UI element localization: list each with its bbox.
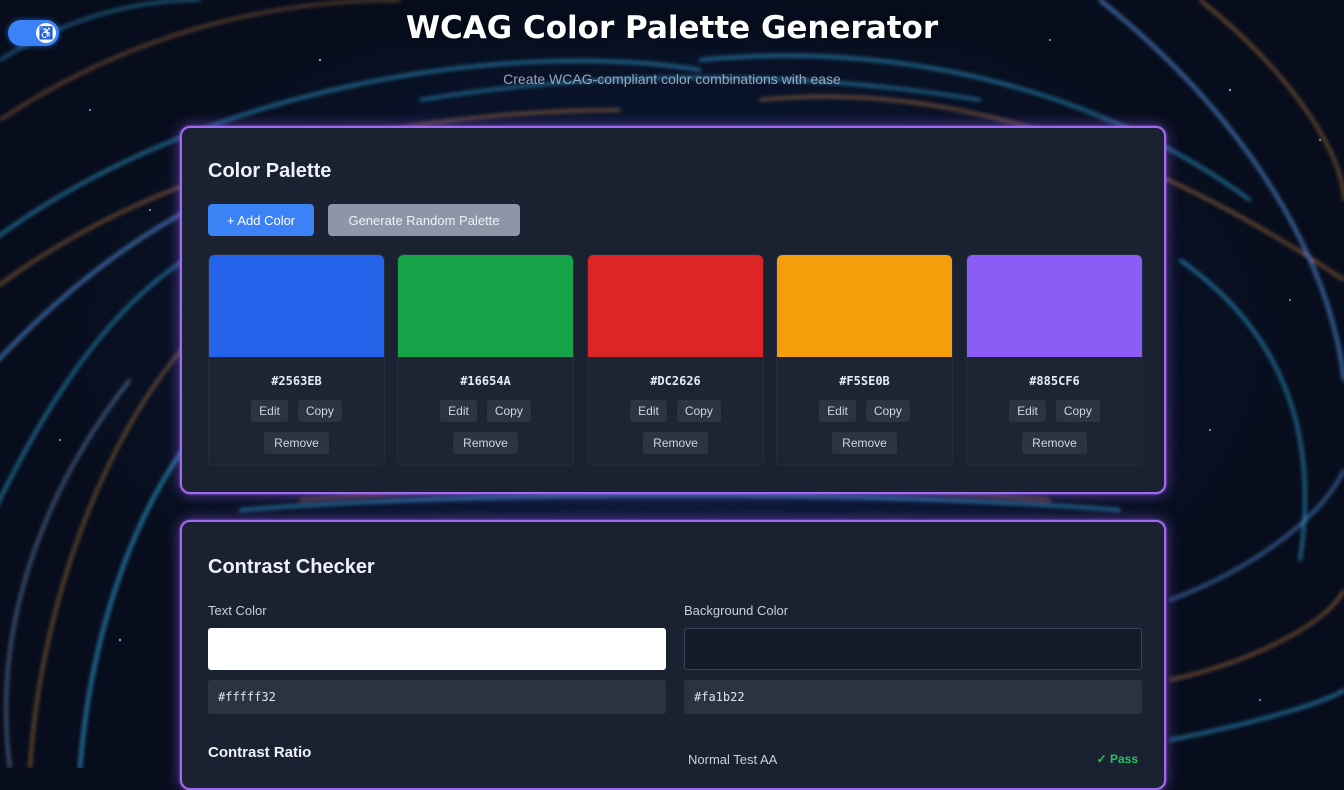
remove-color-button[interactable]: Remove: [1022, 432, 1087, 454]
color-hex-label: #DC2626: [650, 374, 701, 388]
color-swatch[interactable]: [588, 255, 763, 357]
color-swatch-card: #F5SE0B Edit Copy Remove: [776, 254, 953, 466]
page-title: WCAG Color Palette Generator: [405, 10, 939, 46]
edit-color-button[interactable]: Edit: [819, 400, 856, 422]
color-swatch[interactable]: [398, 255, 573, 357]
color-swatch-card: #2563EB Edit Copy Remove: [208, 254, 385, 466]
color-hex-label: #885CF6: [1029, 374, 1080, 388]
color-hex-label: #16654A: [460, 374, 511, 388]
background-hex-input[interactable]: [684, 680, 1142, 714]
contrast-ratio-label: Contrast Ratio: [208, 744, 312, 761]
copy-color-button[interactable]: Copy: [297, 400, 342, 422]
generate-random-palette-button[interactable]: Generate Random Palette: [328, 204, 520, 236]
color-hex-label: #2563EB: [271, 374, 322, 388]
copy-color-button[interactable]: Copy: [486, 400, 531, 422]
normal-text-aa-label: Normal Test AA: [688, 752, 778, 767]
copy-color-button[interactable]: Copy: [1055, 400, 1100, 422]
text-color-label: Text Color: [208, 603, 267, 618]
edit-color-button[interactable]: Edit: [1009, 400, 1046, 422]
remove-color-button[interactable]: Remove: [264, 432, 329, 454]
background-color-label: Background Color: [684, 603, 789, 618]
copy-color-button[interactable]: Copy: [676, 400, 721, 422]
color-swatch-card: #DC2626 Edit Copy Remove: [587, 254, 764, 466]
contrast-checker-card: Contrast Checker Text Color Background C…: [180, 520, 1166, 790]
color-swatch-card: #16654A Edit Copy Remove: [397, 254, 574, 466]
color-swatch-card: #885CF6 Edit Copy Remove: [966, 254, 1143, 466]
background-color-picker[interactable]: [684, 628, 1142, 670]
color-swatch[interactable]: [777, 255, 952, 357]
color-swatch[interactable]: [967, 255, 1142, 357]
text-hex-input[interactable]: [208, 680, 666, 714]
remove-color-button[interactable]: Remove: [453, 432, 518, 454]
add-color-button[interactable]: + Add Color: [208, 204, 314, 236]
edit-color-button[interactable]: Edit: [440, 400, 477, 422]
palette-title: Color Palette: [208, 160, 332, 182]
text-color-picker[interactable]: [208, 628, 666, 670]
remove-color-button[interactable]: Remove: [643, 432, 708, 454]
remove-color-button[interactable]: Remove: [832, 432, 897, 454]
pass-badge: ✓ Pass: [1096, 752, 1138, 766]
edit-color-button[interactable]: Edit: [251, 400, 288, 422]
color-swatch[interactable]: [209, 255, 384, 357]
color-palette-card: Color Palette + Add Color Generate Rando…: [180, 126, 1166, 494]
color-hex-label: #F5SE0B: [839, 374, 890, 388]
contrast-title: Contrast Checker: [208, 556, 375, 578]
page-subtitle: Create WCAG-compliant color combinations…: [503, 71, 841, 87]
edit-color-button[interactable]: Edit: [630, 400, 667, 422]
copy-color-button[interactable]: Copy: [865, 400, 910, 422]
